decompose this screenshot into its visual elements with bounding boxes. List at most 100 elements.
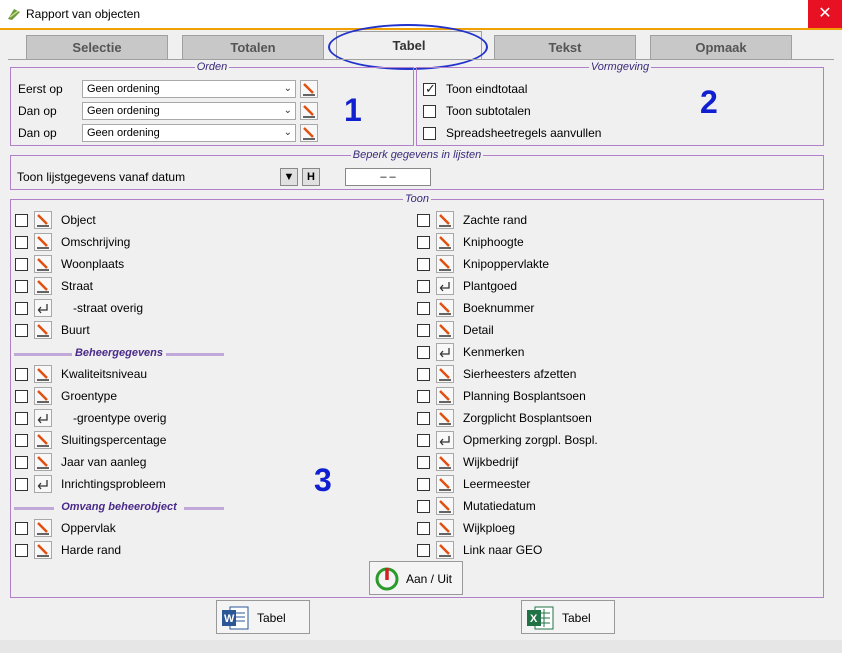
- date-h-button[interactable]: H: [302, 168, 320, 186]
- tab-baseline: [8, 59, 834, 60]
- toon-left-checkbox[interactable]: [15, 412, 28, 425]
- toon-right-checkbox[interactable]: [417, 500, 430, 513]
- marker-3: 3: [314, 462, 332, 498]
- orden-row-2-select[interactable]: Geen ordening ⌄: [82, 102, 296, 120]
- pen-icon[interactable]: [436, 255, 454, 273]
- toon-right-label: Kniphoogte: [463, 235, 524, 249]
- pen-icon[interactable]: [436, 299, 454, 317]
- toon-left-checkbox[interactable]: [15, 390, 28, 403]
- toon-right-label: Opmerking zorgpl. Bospl.: [463, 433, 598, 447]
- orden-row-3-select[interactable]: Geen ordening ⌄: [82, 124, 296, 142]
- pen-icon[interactable]: [436, 541, 454, 559]
- toon-left-label: -straat overig: [73, 301, 144, 315]
- pen-icon[interactable]: [34, 519, 52, 537]
- svg-text:W: W: [224, 613, 235, 625]
- pen-icon[interactable]: [34, 321, 52, 339]
- toon-right-checkbox[interactable]: [417, 258, 430, 271]
- orden-row-1-select[interactable]: Geen ordening ⌄: [82, 80, 296, 98]
- chevron-down-icon: ⌄: [283, 105, 292, 116]
- return-icon[interactable]: [436, 277, 454, 295]
- toon-right-checkbox[interactable]: [417, 478, 430, 491]
- tab-totalen[interactable]: Totalen: [182, 35, 324, 59]
- toon-left-checkbox[interactable]: [15, 214, 28, 227]
- toon-right-checkbox[interactable]: [417, 368, 430, 381]
- pen-icon[interactable]: [436, 211, 454, 229]
- toon-right-checkbox[interactable]: [417, 544, 430, 557]
- return-icon[interactable]: [436, 343, 454, 361]
- toon-right-checkbox[interactable]: [417, 346, 430, 359]
- aan-uit-button[interactable]: Aan / Uit: [369, 561, 463, 595]
- pen-icon[interactable]: [34, 541, 52, 559]
- aan-uit-label: Aan / Uit: [406, 572, 453, 586]
- toon-left-checkbox[interactable]: [15, 236, 28, 249]
- toon-left-checkbox[interactable]: [15, 324, 28, 337]
- toon-right-checkbox[interactable]: [417, 412, 430, 425]
- pen-icon[interactable]: [436, 387, 454, 405]
- toon-right-label: Link naar GEO: [463, 543, 543, 557]
- toon-right-checkbox[interactable]: [417, 522, 430, 535]
- toon-right-checkbox[interactable]: [417, 214, 430, 227]
- spreadsheetregels-label: Spreadsheetregels aanvullen: [446, 126, 602, 140]
- pen-icon[interactable]: [34, 233, 52, 251]
- toon-right-checkbox[interactable]: [417, 434, 430, 447]
- pen-icon[interactable]: [436, 365, 454, 383]
- toon-left-checkbox[interactable]: [15, 434, 28, 447]
- tab-selectie[interactable]: Selectie: [26, 35, 168, 59]
- return-icon[interactable]: [34, 409, 52, 427]
- return-icon[interactable]: [34, 299, 52, 317]
- pen-icon[interactable]: [34, 453, 52, 471]
- toon-left-checkbox[interactable]: [15, 368, 28, 381]
- spreadsheetregels-checkbox[interactable]: [423, 127, 436, 140]
- tab-tabel[interactable]: Tabel: [336, 31, 482, 60]
- close-button[interactable]: ✕: [808, 0, 842, 28]
- toon-left-checkbox[interactable]: [15, 280, 28, 293]
- toon-left-checkbox[interactable]: [15, 302, 28, 315]
- toon-eindtotaal-label: Toon eindtotaal: [446, 82, 528, 96]
- toon-left-checkbox[interactable]: [15, 478, 28, 491]
- pen-icon[interactable]: [436, 497, 454, 515]
- toon-right-checkbox[interactable]: [417, 324, 430, 337]
- toon-right-checkbox[interactable]: [417, 456, 430, 469]
- export-word-button[interactable]: W Tabel: [216, 600, 310, 634]
- toon-right-label: Wijkbedrijf: [463, 455, 519, 469]
- pen-icon[interactable]: [34, 277, 52, 295]
- toon-left-checkbox[interactable]: [15, 544, 28, 557]
- pen-icon[interactable]: [436, 321, 454, 339]
- toon-left-label: Kwaliteitsniveau: [61, 367, 148, 381]
- pen-icon[interactable]: [300, 80, 318, 98]
- date-down-button[interactable]: ▼: [280, 168, 298, 186]
- toon-left-checkbox[interactable]: [15, 456, 28, 469]
- pen-icon[interactable]: [34, 211, 52, 229]
- pen-icon[interactable]: [436, 519, 454, 537]
- pen-icon[interactable]: [34, 255, 52, 273]
- tab-opmaak[interactable]: Opmaak: [650, 35, 792, 59]
- toon-eindtotaal-checkbox[interactable]: [423, 81, 436, 97]
- pen-icon[interactable]: [300, 102, 318, 120]
- beheergegevens-heading: Beheergegevens: [14, 347, 224, 359]
- return-icon[interactable]: [436, 431, 454, 449]
- tab-tekst[interactable]: Tekst: [494, 35, 636, 59]
- toon-right-checkbox[interactable]: [417, 280, 430, 293]
- return-icon[interactable]: [34, 475, 52, 493]
- date-field[interactable]: – –: [345, 168, 431, 186]
- pen-icon[interactable]: [34, 387, 52, 405]
- toon-right-checkbox[interactable]: [417, 390, 430, 403]
- toon-left-label: -groentype overig: [73, 411, 167, 425]
- pen-icon[interactable]: [436, 475, 454, 493]
- pen-icon[interactable]: [436, 233, 454, 251]
- excel-icon: X: [527, 606, 554, 630]
- toon-right-checkbox[interactable]: [417, 236, 430, 249]
- pen-icon[interactable]: [300, 124, 318, 142]
- toon-right-checkbox[interactable]: [417, 302, 430, 315]
- pen-icon[interactable]: [436, 453, 454, 471]
- marker-2: 2: [700, 84, 718, 120]
- toon-subtotalen-checkbox[interactable]: [423, 105, 436, 118]
- svg-text:X: X: [530, 613, 538, 625]
- orden-legend: Orden: [196, 61, 228, 73]
- toon-left-checkbox[interactable]: [15, 522, 28, 535]
- toon-left-checkbox[interactable]: [15, 258, 28, 271]
- export-excel-button[interactable]: X Tabel: [521, 600, 615, 634]
- pen-icon[interactable]: [34, 365, 52, 383]
- pen-icon[interactable]: [436, 409, 454, 427]
- pen-icon[interactable]: [34, 431, 52, 449]
